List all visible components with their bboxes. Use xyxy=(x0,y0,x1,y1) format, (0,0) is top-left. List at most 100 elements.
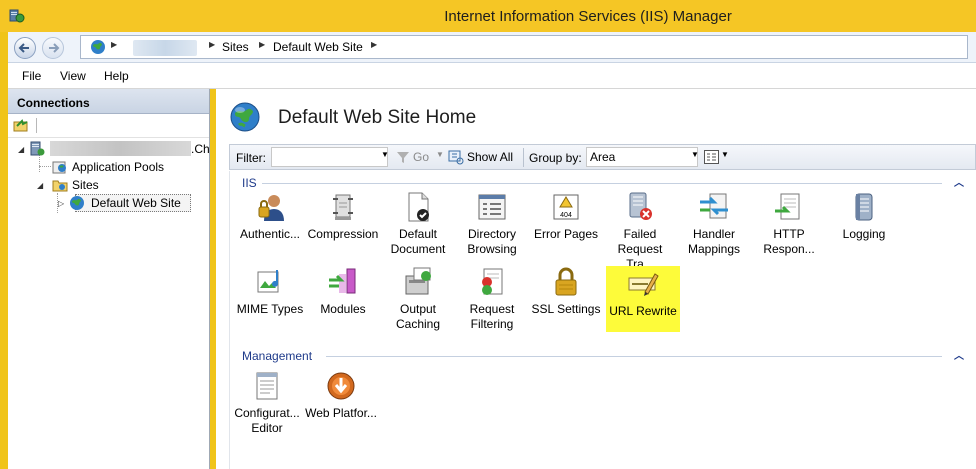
features-view: IIS ︿ Authentic... Compression Default D… xyxy=(229,171,976,469)
feature-request-filtering[interactable]: Request Filtering xyxy=(455,266,529,332)
filter-input[interactable] xyxy=(271,147,388,167)
collapse-icon[interactable]: ◢ xyxy=(37,181,43,190)
go-dropdown-arrow-icon[interactable]: ▼ xyxy=(436,150,444,159)
chevron-up-icon[interactable]: ︿ xyxy=(954,174,964,189)
tree-item-server[interactable]: ◢ .Ch xyxy=(8,140,210,158)
feature-label: Output Caching xyxy=(395,302,441,331)
request-filtering-icon xyxy=(482,268,503,295)
main-panel: Default Web Site Home Filter: ▼ Go ▼ Sho… xyxy=(216,89,976,469)
url-rewrite-icon xyxy=(628,273,659,296)
tree-item-sites[interactable]: ◢ Sites xyxy=(8,176,210,194)
server-icon xyxy=(30,141,45,156)
view-icon[interactable] xyxy=(704,150,719,164)
feature-directory-browsing[interactable]: Directory Browsing xyxy=(455,191,529,257)
feature-label: Configurat... Editor xyxy=(234,406,300,435)
sites-folder-icon xyxy=(52,180,68,192)
feature-label: Modules xyxy=(320,302,366,316)
expand-icon[interactable]: ▷ xyxy=(58,199,64,208)
feature-logging[interactable]: Logging xyxy=(827,191,901,242)
menu-view[interactable]: View xyxy=(60,69,86,83)
view-dropdown-arrow-icon[interactable]: ▼ xyxy=(721,150,729,159)
configuration-editor-icon xyxy=(256,372,278,400)
feature-label: Failed Request Tra... xyxy=(617,227,663,271)
menu-help[interactable]: Help xyxy=(104,69,129,83)
feature-label: Authentic... xyxy=(239,227,301,241)
group-divider xyxy=(326,356,942,357)
server-name-redacted xyxy=(133,40,197,56)
failed-request-tracing-icon xyxy=(629,192,652,220)
feature-url-rewrite[interactable]: URL Rewrite xyxy=(606,266,680,332)
group-header-iis: IIS xyxy=(242,176,257,190)
group-by-dropdown-arrow-icon[interactable]: ▼ xyxy=(691,150,699,159)
chevron-up-icon[interactable]: ︿ xyxy=(954,347,964,362)
http-response-headers-icon xyxy=(775,193,800,220)
feature-configuration-editor[interactable]: Configurat... Editor xyxy=(230,370,304,436)
filter-label: Filter: xyxy=(236,151,266,165)
feature-label: Logging xyxy=(842,227,886,241)
tree-item-default-web-site[interactable]: ▷ Default Web Site xyxy=(8,194,210,212)
feature-label: Directory Browsing xyxy=(467,227,517,256)
address-field[interactable]: ▶ ▶ Sites ▶ Default Web Site ▶ xyxy=(80,35,968,59)
show-all-button[interactable]: Show All xyxy=(467,150,513,164)
feature-label: Compression xyxy=(307,227,379,241)
connect-icon[interactable] xyxy=(13,117,29,133)
toolbar-separator xyxy=(36,118,37,133)
web-platform-installer-icon xyxy=(327,372,355,400)
go-button[interactable]: Go xyxy=(413,150,429,164)
page-title: Default Web Site Home xyxy=(278,107,477,128)
tree-label: Sites xyxy=(72,178,99,192)
server-name-suffix: .Ch xyxy=(191,142,210,156)
feature-mime-types[interactable]: MIME Types xyxy=(233,266,307,317)
menu-file[interactable]: File xyxy=(22,69,41,83)
connections-toolbar xyxy=(8,114,209,138)
application-pools-icon xyxy=(52,161,66,174)
window-title: Internet Information Services (IIS) Mana… xyxy=(444,8,732,25)
breadcrumb-separator: ▶ xyxy=(371,40,378,49)
connections-panel: Connections ◢ .Ch Application Pools ◢ Si… xyxy=(8,89,210,469)
feature-handler-mappings[interactable]: Handler Mappings xyxy=(677,191,751,257)
breadcrumb-default-web-site[interactable]: Default Web Site xyxy=(273,40,363,54)
breadcrumb-sites[interactable]: Sites xyxy=(222,40,249,54)
group-by-value: Area xyxy=(590,150,616,164)
default-document-icon xyxy=(408,192,429,222)
feature-ssl-settings[interactable]: SSL Settings xyxy=(529,266,603,317)
mime-types-icon xyxy=(257,270,279,293)
group-by-select[interactable]: Area xyxy=(586,147,698,167)
arrow-right-icon xyxy=(49,43,60,53)
toolbar-separator xyxy=(523,148,524,167)
page-header: Default Web Site Home xyxy=(216,89,976,143)
feature-http-response-headers[interactable]: HTTP Respon... xyxy=(752,191,826,257)
breadcrumb-separator: ▶ xyxy=(111,40,118,49)
globe-icon xyxy=(70,196,84,210)
filter-dropdown-arrow-icon[interactable]: ▼ xyxy=(381,150,389,159)
feature-modules[interactable]: Modules xyxy=(306,266,380,317)
feature-label: Error Pages xyxy=(533,227,599,241)
authentication-icon xyxy=(258,195,284,221)
feature-authentication[interactable]: Authentic... xyxy=(233,191,307,242)
tree-item-application-pools[interactable]: Application Pools xyxy=(8,158,210,176)
feature-label: SSL Settings xyxy=(531,302,601,316)
filter-bar: Filter: ▼ Go ▼ Show All Group by: Area ▼… xyxy=(229,144,976,170)
collapse-icon[interactable]: ◢ xyxy=(18,145,24,154)
forward-button[interactable] xyxy=(42,37,64,59)
feature-error-pages[interactable]: 404 Error Pages xyxy=(529,191,603,242)
group-header-management: Management xyxy=(242,349,313,363)
show-all-icon xyxy=(448,150,464,165)
group-divider xyxy=(262,183,942,184)
back-button[interactable] xyxy=(14,37,36,59)
feature-label: MIME Types xyxy=(236,302,304,316)
feature-failed-request-tracing[interactable]: Failed Request Tra... xyxy=(603,191,677,272)
output-caching-icon xyxy=(405,267,431,295)
breadcrumb-separator: ▶ xyxy=(259,40,266,49)
menu-bar: File View Help xyxy=(8,63,976,89)
feature-web-platform-installer[interactable]: Web Platfor... xyxy=(304,370,378,421)
connections-header: Connections xyxy=(8,89,209,114)
arrow-left-icon xyxy=(18,43,29,53)
globe-icon xyxy=(91,40,105,54)
modules-icon xyxy=(329,268,356,294)
feature-default-document[interactable]: Default Document xyxy=(381,191,455,257)
feature-label: HTTP Respon... xyxy=(763,227,815,256)
feature-compression[interactable]: Compression xyxy=(306,191,380,242)
tree-label: Application Pools xyxy=(72,160,165,174)
feature-output-caching[interactable]: Output Caching xyxy=(381,266,455,332)
